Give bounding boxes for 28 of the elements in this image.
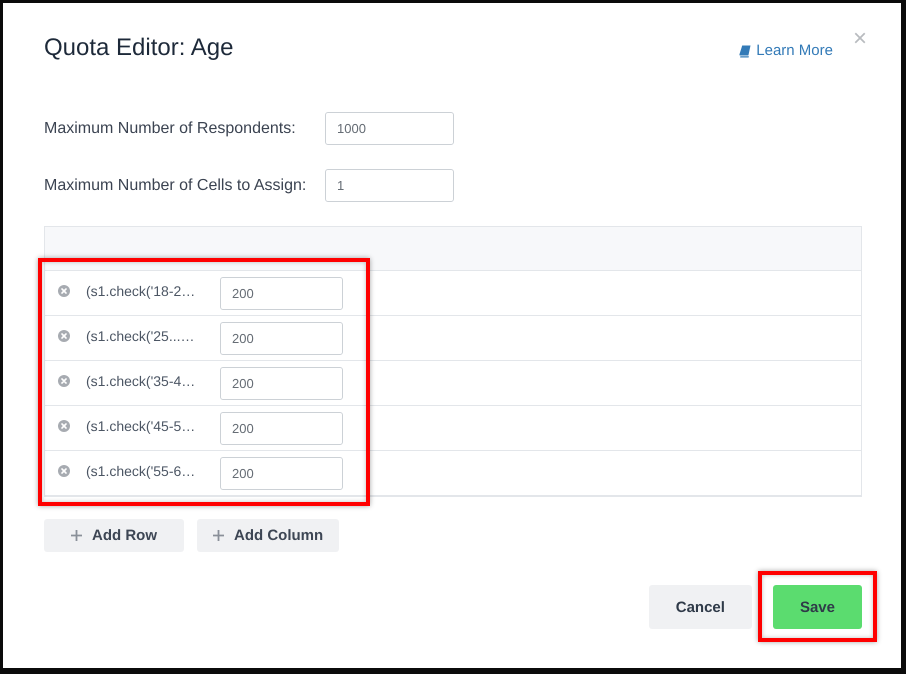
quota-condition: (s1.check('35-4… (86, 372, 196, 388)
remove-icon[interactable] (58, 464, 70, 476)
quota-condition: (s1.check('45-5… (86, 418, 196, 434)
book-icon (739, 44, 752, 58)
field-label: Maximum Number of Cells to Assign: (44, 176, 306, 194)
quota-condition: (s1.check('25...… (86, 328, 194, 344)
add-row-button[interactable]: Add Row (44, 519, 184, 552)
remove-icon[interactable] (58, 284, 70, 296)
quota-input[interactable]: 200 (220, 322, 343, 354)
remove-icon[interactable] (58, 330, 70, 342)
number-input[interactable]: 1 (325, 169, 454, 202)
remove-icon[interactable] (58, 420, 70, 432)
quota-input[interactable]: 200 (220, 276, 343, 310)
quota-input[interactable]: 200 (220, 456, 343, 490)
dialog-title: Quota Editor: Age (44, 34, 234, 62)
save-button[interactable]: Save (772, 585, 862, 629)
learn-more-link[interactable]: Learn More (739, 42, 833, 60)
quota-input[interactable]: 200 (220, 366, 343, 400)
cancel-button[interactable]: Cancel (648, 585, 752, 629)
plus-icon (213, 530, 224, 541)
number-input[interactable]: 1000 (325, 112, 454, 145)
quota-condition: (s1.check('18-2… (86, 282, 196, 298)
remove-icon[interactable] (58, 374, 70, 386)
add-column-button[interactable]: Add Column (197, 519, 340, 552)
quota-input[interactable]: 200 (220, 412, 343, 444)
plus-icon (71, 530, 82, 541)
quota-condition: (s1.check('55-6… (86, 462, 196, 478)
field-label: Maximum Number of Respondents: (44, 120, 296, 138)
